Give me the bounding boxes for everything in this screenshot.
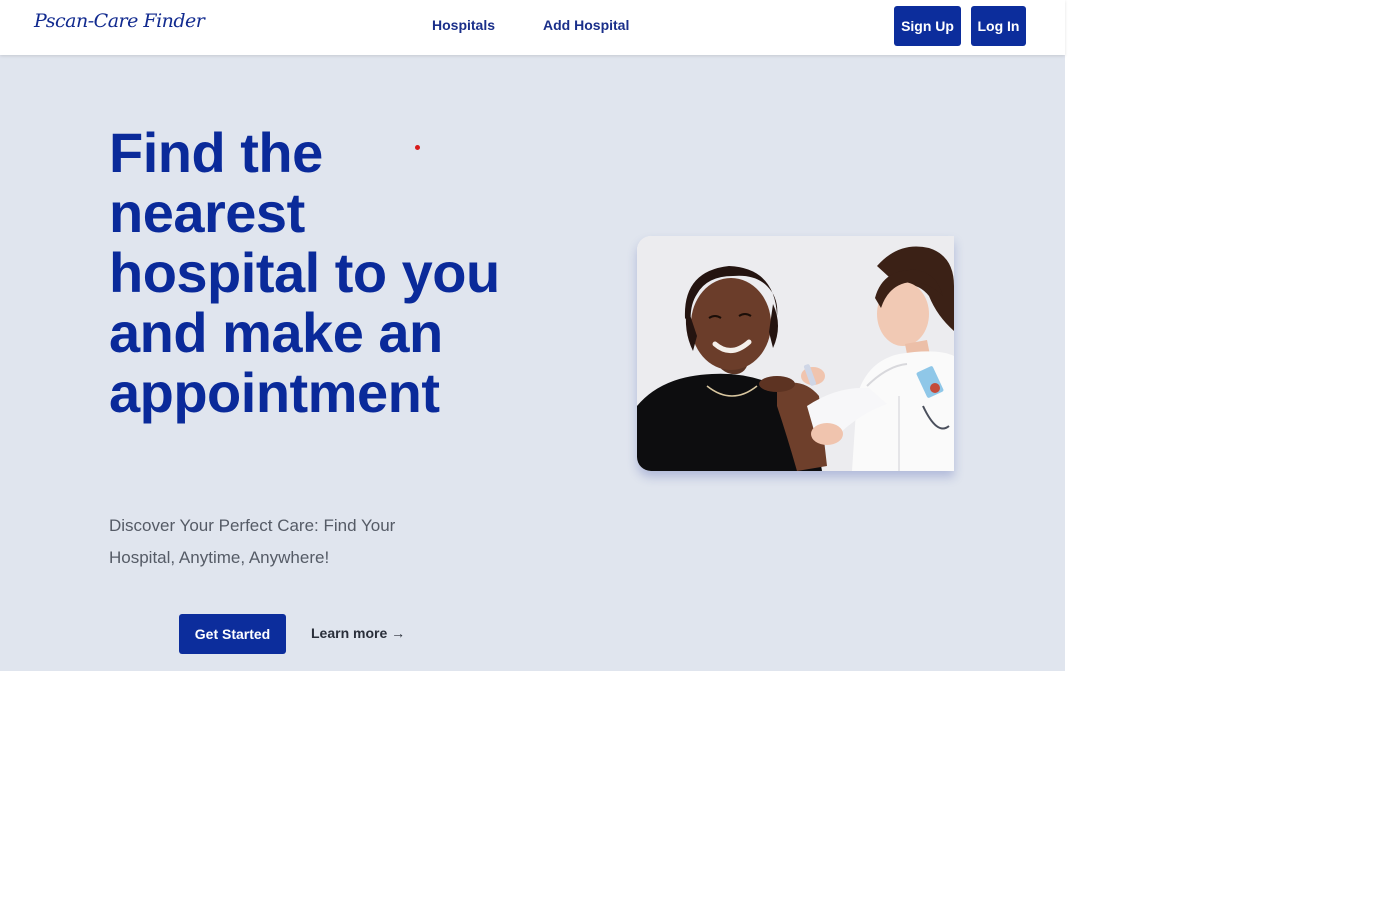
auth-buttons: Sign Up Log In <box>894 6 1026 46</box>
hero-photo <box>637 236 954 471</box>
hero-subtext: Discover Your Perfect Care: Find Your Ho… <box>109 516 396 567</box>
get-started-button[interactable]: Get Started <box>179 614 286 654</box>
doctor-vaccinating-patient-illustration <box>637 236 954 471</box>
nav-link-hospitals[interactable]: Hospitals <box>432 17 495 33</box>
main-nav: Hospitals Add Hospital <box>432 17 629 33</box>
login-button[interactable]: Log In <box>971 6 1026 46</box>
brand-logo[interactable]: Pscan-Care Finder <box>34 10 205 32</box>
signup-button[interactable]: Sign Up <box>894 6 961 46</box>
page: Pscan-Care Finder Hospitals Add Hospital… <box>0 0 1374 901</box>
hero-headline: Find the nearest hospital to you and mak… <box>109 121 500 424</box>
hero-section: Find the nearest hospital to you and mak… <box>0 55 1065 671</box>
navbar: Pscan-Care Finder Hospitals Add Hospital… <box>0 0 1065 55</box>
nav-link-add-hospital[interactable]: Add Hospital <box>543 17 629 33</box>
accent-dot <box>415 145 420 150</box>
learn-more-link[interactable]: Learn more → <box>311 625 405 641</box>
